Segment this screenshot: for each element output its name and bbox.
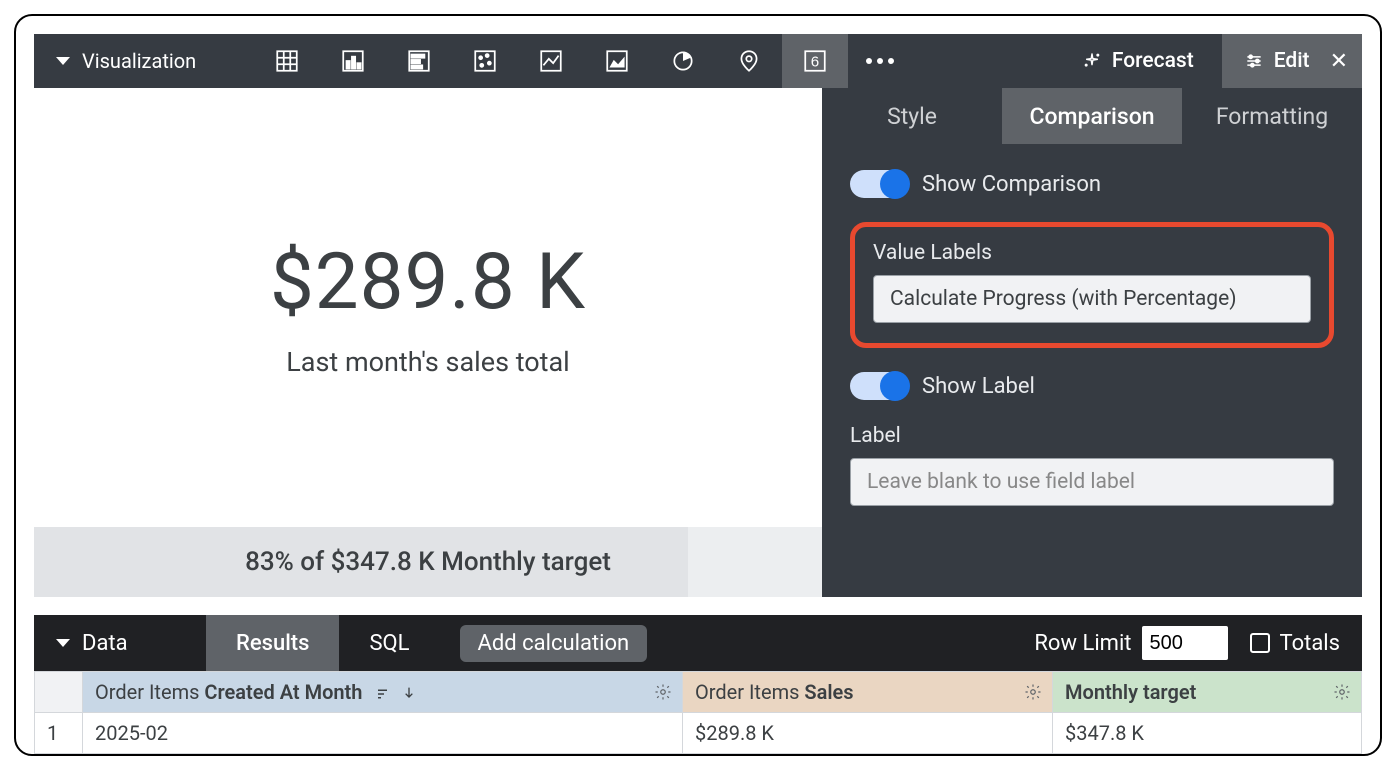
tab-results[interactable]: Results [206,615,339,671]
row-limit-input[interactable] [1142,626,1228,660]
column-prefix: Order Items [695,680,804,704]
totals-checkbox[interactable] [1250,633,1270,653]
caret-down-icon [56,57,70,65]
data-table: Order Items Created At Month Order Items… [34,671,1362,754]
close-edit-icon[interactable]: ✕ [1320,49,1348,74]
table-icon[interactable] [254,34,320,88]
svg-text:6: 6 [811,53,819,70]
tab-comparison[interactable]: Comparison [1002,88,1182,144]
data-toolbar: Data Results SQL Add calculation Row Lim… [34,615,1362,671]
column-name: Created At Month [204,680,362,704]
app-frame: Visualization [14,14,1382,756]
table-row[interactable]: 1 2025-02 $289.8 K $347.8 K [35,713,1362,754]
totals-group[interactable]: Totals [1228,631,1362,656]
value-labels-select[interactable]: Calculate Progress (with Percentage) [873,275,1311,323]
comparison-progress-bar: 83% of $347.8 K Monthly target [34,527,822,597]
column-settings-icon[interactable] [1333,683,1351,701]
sort-desc-icon [401,685,417,701]
label-field-input[interactable]: Leave blank to use field label [850,458,1334,506]
pie-chart-icon[interactable] [650,34,716,88]
sliders-icon [1244,51,1264,71]
forecast-button[interactable]: Forecast [1054,34,1222,88]
forecast-label: Forecast [1112,49,1194,73]
column-header-created-at[interactable]: Order Items Created At Month [83,672,683,713]
visualization-type-icons: 6 [254,34,848,88]
toggle-knob [880,169,910,199]
row-number-cell: 1 [35,713,83,754]
tab-formatting[interactable]: Formatting [1182,88,1362,144]
label-field-title: Label [850,424,1334,448]
main-area: $289.8 K Last month's sales total 83% of… [34,88,1362,597]
area-chart-icon[interactable] [584,34,650,88]
value-labels-value: Calculate Progress (with Percentage) [890,287,1237,311]
column-chart-icon[interactable] [320,34,386,88]
add-calculation-button[interactable]: Add calculation [460,625,648,662]
data-title: Data [82,631,128,656]
ellipsis-icon [866,58,894,64]
edit-label: Edit [1274,49,1310,73]
label-field-section: Label Leave blank to use field label [850,424,1334,506]
toggle-knob [880,371,910,401]
edit-panel-body: Show Comparison Value Labels Calculate P… [822,144,1362,597]
edit-panel: Style Comparison Formatting Show Compari… [822,88,1362,597]
data-title-toggle[interactable]: Data [34,615,206,671]
caret-down-icon [56,639,70,647]
show-comparison-toggle[interactable] [850,170,908,198]
show-label-label: Show Label [922,374,1035,399]
column-settings-icon[interactable] [654,683,672,701]
value-labels-highlight: Value Labels Calculate Progress (with Pe… [850,222,1334,348]
row-limit-group: Row Limit [1034,626,1227,660]
show-comparison-row: Show Comparison [850,170,1334,198]
value-labels-title: Value Labels [873,241,1311,265]
edit-panel-tabs: Style Comparison Formatting [822,88,1362,144]
visualization-canvas: $289.8 K Last month's sales total 83% of… [34,88,822,597]
column-prefix: Order Items [95,680,204,704]
visualization-title-toggle[interactable]: Visualization [34,34,254,88]
tab-sql[interactable]: SQL [339,615,439,671]
show-comparison-label: Show Comparison [922,172,1101,197]
app-inner: Visualization [16,16,1380,754]
column-settings-icon[interactable] [1024,683,1042,701]
single-value-number: $289.8 K [270,237,586,328]
tab-style[interactable]: Style [822,88,1002,144]
sparkle-icon [1082,51,1102,71]
sort-indicators [375,685,417,703]
row-limit-label: Row Limit [1034,631,1131,656]
line-chart-icon[interactable] [518,34,584,88]
cell-target: $347.8 K [1053,713,1362,754]
column-header-sales[interactable]: Order Items Sales [683,672,1053,713]
table-header-row: Order Items Created At Month Order Items… [35,672,1362,713]
map-icon[interactable] [716,34,782,88]
cell-created-at: 2025-02 [83,713,683,754]
show-label-toggle[interactable] [850,372,908,400]
row-number-header [35,672,83,713]
single-value-icon[interactable]: 6 [782,34,848,88]
more-visualizations-button[interactable] [848,34,912,88]
visualization-toolbar: Visualization [34,34,1362,88]
sort-options-icon [375,685,393,703]
column-header-target[interactable]: Monthly target [1053,672,1362,713]
cell-sales: $289.8 K [683,713,1053,754]
scatter-icon[interactable] [452,34,518,88]
progress-label: 83% of $347.8 K Monthly target [245,547,611,577]
bar-chart-icon[interactable] [386,34,452,88]
show-label-row: Show Label [850,372,1334,400]
edit-button[interactable]: Edit ✕ [1222,34,1362,88]
label-field-placeholder: Leave blank to use field label [867,470,1135,494]
totals-label: Totals [1280,631,1340,656]
column-name: Monthly target [1065,680,1196,704]
column-name: Sales [804,680,853,704]
visualization-title: Visualization [82,49,196,73]
single-value-subtitle: Last month's sales total [286,346,570,378]
single-value-zone: $289.8 K Last month's sales total [34,88,822,527]
